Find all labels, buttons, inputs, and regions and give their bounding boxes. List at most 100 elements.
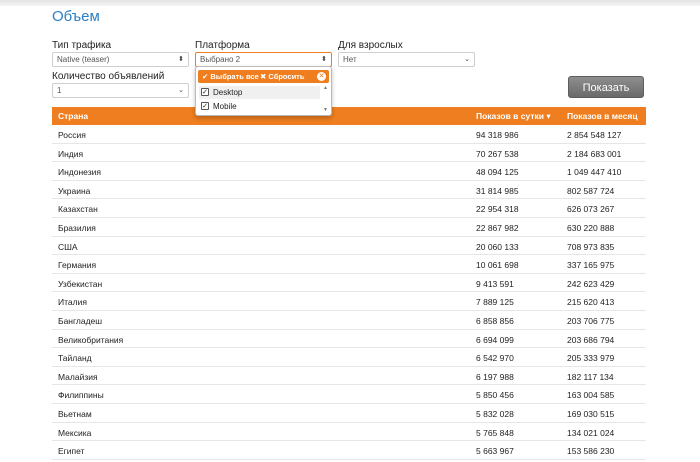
- monthly-impressions-cell: 134 021 024: [567, 427, 615, 438]
- table-row: Великобритания 6 694 099 203 686 794: [52, 330, 646, 349]
- table-row: Индия 70 267 538 2 184 683 001: [52, 144, 646, 163]
- table-row: Тайланд 6 542 970 205 333 979: [52, 348, 646, 367]
- country-cell: Мексика: [58, 427, 92, 438]
- table-row: Италия 7 889 125 215 620 413: [52, 292, 646, 311]
- table-row: Индонезия 48 094 125 1 049 447 410: [52, 162, 646, 181]
- checkbox-checked-icon[interactable]: ✓: [201, 88, 209, 96]
- monthly-impressions-cell: 182 117 134: [567, 371, 614, 382]
- daily-impressions-cell: 94 318 986: [476, 130, 519, 140]
- country-cell: Россия: [58, 130, 86, 140]
- daily-impressions-cell: 6 694 099: [476, 334, 514, 345]
- monthly-impressions-cell: 1 049 447 410: [567, 167, 622, 178]
- scroll-up-icon[interactable]: ▲: [323, 85, 328, 91]
- table-row: Германия 10 061 698 337 165 975: [52, 255, 646, 274]
- daily-impressions-cell: 70 267 538: [476, 148, 519, 159]
- reset-button[interactable]: ✖ Сбросить: [260, 70, 304, 83]
- monthly-impressions-cell: 626 073 267: [567, 204, 615, 215]
- traffic-type-value: Native (teaser): [57, 55, 110, 64]
- monthly-impressions-cell: 630 220 888: [567, 222, 615, 233]
- country-cell: Филиппины: [58, 390, 104, 401]
- monthly-impressions-cell: 215 620 413: [567, 297, 615, 308]
- chevron-down-icon: ⌄: [178, 87, 184, 94]
- monthly-impressions-cell: 153 586 230: [567, 446, 615, 457]
- monthly-impressions-cell: 203 686 794: [567, 334, 615, 345]
- adult-value: Нет: [343, 55, 357, 64]
- daily-impressions-cell: 5 832 028: [476, 408, 514, 419]
- reset-label: Сбросить: [268, 72, 305, 81]
- country-cell: Германия: [58, 260, 97, 271]
- country-cell: Индия: [58, 148, 84, 159]
- dropdown-header: ✔ Выбрать все ✖ Сбросить ✕: [198, 70, 329, 83]
- table-row: Вьетнам 5 832 028 169 030 515: [52, 404, 646, 423]
- column-header-daily-impressions[interactable]: Показов в сутки ▾: [476, 111, 551, 122]
- table-row: Филиппины 5 850 456 163 004 585: [52, 385, 646, 404]
- close-icon[interactable]: ✕: [317, 72, 326, 81]
- option-label: Mobile: [213, 102, 237, 111]
- country-cell: США: [58, 241, 78, 252]
- daily-impressions-cell: 6 542 970: [476, 353, 514, 364]
- country-cell: Египет: [58, 446, 85, 457]
- stats-table: Страна Показов в сутки ▾ Показов в месяц…: [52, 107, 646, 460]
- daily-impressions-cell: 5 663 967: [476, 446, 514, 457]
- country-cell: Великобритания: [58, 334, 124, 345]
- adult-label: Для взрослых: [338, 40, 403, 51]
- traffic-type-label: Тип трафика: [52, 40, 112, 51]
- country-cell: Индонезия: [58, 167, 101, 178]
- table-row: Мексика 5 765 848 134 021 024: [52, 423, 646, 442]
- page-title: Объем: [52, 8, 100, 25]
- country-cell: Украина: [58, 185, 91, 196]
- daily-impressions-cell: 20 060 133: [476, 241, 519, 252]
- chevron-down-icon: ⌄: [464, 56, 470, 63]
- monthly-impressions-cell: 169 030 515: [567, 408, 615, 419]
- top-bar: [0, 0, 700, 6]
- platform-option-desktop[interactable]: ✓ Desktop: [199, 86, 320, 99]
- platform-label: Платформа: [195, 40, 250, 51]
- country-cell: Бангладеш: [58, 315, 103, 326]
- daily-impressions-cell: 31 814 985: [476, 185, 519, 196]
- monthly-impressions-cell: 802 587 724: [567, 185, 615, 196]
- monthly-impressions-cell: 242 623 429: [567, 278, 615, 289]
- table-header: Страна Показов в сутки ▾ Показов в месяц: [52, 107, 646, 125]
- ads-count-select[interactable]: 1 ⌄: [52, 83, 189, 98]
- table-row: Бразилия 22 867 982 630 220 888: [52, 218, 646, 237]
- monthly-impressions-cell: 2 184 683 001: [567, 148, 622, 159]
- checkbox-checked-icon[interactable]: ✓: [201, 102, 209, 110]
- table-row: США 20 060 133 708 973 835: [52, 237, 646, 256]
- monthly-impressions-cell: 2 854 548 127: [567, 130, 622, 140]
- select-all-label: Выбрать все: [210, 72, 259, 81]
- country-cell: Италия: [58, 297, 87, 308]
- platform-option-mobile[interactable]: ✓ Mobile: [199, 100, 320, 113]
- daily-impressions-cell: 5 765 848: [476, 427, 514, 438]
- daily-impressions-cell: 48 094 125: [476, 167, 519, 178]
- country-cell: Малайзия: [58, 371, 98, 382]
- show-button[interactable]: Показать: [568, 76, 644, 98]
- country-cell: Узбекистан: [58, 278, 103, 289]
- column-header-monthly-impressions[interactable]: Показов в месяц: [567, 111, 638, 121]
- table-row: Узбекистан 9 413 591 242 623 429: [52, 274, 646, 293]
- daily-impressions-cell: 6 197 988: [476, 371, 514, 382]
- daily-impressions-cell: 6 858 856: [476, 315, 514, 326]
- traffic-type-select[interactable]: Native (teaser) ⬍: [52, 52, 189, 67]
- scroll-down-icon[interactable]: ▼: [323, 107, 328, 113]
- table-row: Украина 31 814 985 802 587 724: [52, 181, 646, 200]
- adult-select[interactable]: Нет ⌄: [338, 52, 475, 67]
- table-row: Россия 94 318 986 2 854 548 127: [52, 125, 646, 144]
- daily-impressions-cell: 22 954 318: [476, 204, 519, 215]
- country-cell: Вьетнам: [58, 408, 92, 419]
- daily-impressions-cell: 10 061 698: [476, 260, 519, 271]
- select-all-button[interactable]: ✔ Выбрать все: [202, 70, 259, 83]
- cross-icon: ✖: [260, 72, 267, 81]
- platform-select[interactable]: Выбрано 2 ⬍: [195, 52, 332, 67]
- platform-value: Выбрано 2: [200, 55, 241, 64]
- ads-count-value: 1: [57, 86, 62, 95]
- table-row: Бангладеш 6 858 856 203 706 775: [52, 311, 646, 330]
- monthly-impressions-cell: 337 165 975: [567, 260, 615, 271]
- platform-dropdown: ✔ Выбрать все ✖ Сбросить ✕ ✓ Desktop ✓ M…: [195, 66, 332, 116]
- table-row: Малайзия 6 197 988 182 117 134: [52, 367, 646, 386]
- ads-count-label: Количество объявлений: [52, 71, 165, 82]
- country-cell: Тайланд: [58, 353, 92, 364]
- daily-impressions-cell: 5 850 456: [476, 390, 514, 401]
- daily-impressions-cell: 7 889 125: [476, 297, 514, 308]
- dropdown-scrollbar[interactable]: ▲ ▼: [323, 85, 329, 113]
- column-header-country[interactable]: Страна: [58, 111, 88, 121]
